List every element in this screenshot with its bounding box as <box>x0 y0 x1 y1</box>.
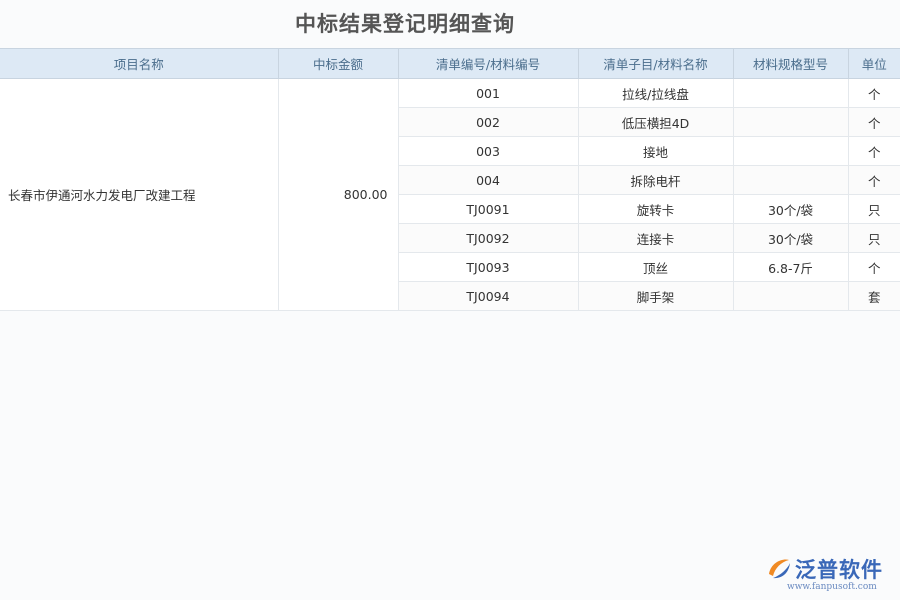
column-header-amount[interactable]: 中标金额 <box>278 49 398 79</box>
table-row[interactable]: 长春市伊通河水力发电厂改建工程 800.00 001 拉线/拉线盘 个 <box>0 79 900 108</box>
column-header-project[interactable]: 项目名称 <box>0 49 278 79</box>
logo-url: www.fanpusoft.com <box>787 582 877 592</box>
brand-logo: 泛普软件 www.fanpusoft.com <box>765 552 890 596</box>
unit-cell: 个 <box>848 137 900 166</box>
item-name-cell: 旋转卡 <box>578 195 733 224</box>
fanpu-logo-icon <box>765 554 793 582</box>
spec-cell <box>733 137 848 166</box>
column-header-item-name[interactable]: 清单子目/材料名称 <box>578 49 733 79</box>
column-header-spec[interactable]: 材料规格型号 <box>733 49 848 79</box>
unit-cell: 个 <box>848 108 900 137</box>
code-cell: TJ0091 <box>398 195 578 224</box>
item-name-cell: 拉线/拉线盘 <box>578 79 733 108</box>
unit-cell: 个 <box>848 253 900 282</box>
unit-cell: 个 <box>848 166 900 195</box>
unit-cell: 套 <box>848 282 900 311</box>
code-cell: 001 <box>398 79 578 108</box>
item-name-cell: 低压横担4D <box>578 108 733 137</box>
spec-cell <box>733 79 848 108</box>
column-header-unit[interactable]: 单位 <box>848 49 900 79</box>
item-name-cell: 接地 <box>578 137 733 166</box>
spec-cell: 30个/袋 <box>733 195 848 224</box>
spec-cell <box>733 108 848 137</box>
project-name-cell: 长春市伊通河水力发电厂改建工程 <box>0 79 278 311</box>
bid-amount-cell: 800.00 <box>278 79 398 311</box>
spec-cell: 6.8-7斤 <box>733 253 848 282</box>
spec-cell: 30个/袋 <box>733 224 848 253</box>
results-table: 项目名称 中标金额 清单编号/材料编号 清单子目/材料名称 材料规格型号 单位 … <box>0 48 900 311</box>
spec-cell <box>733 282 848 311</box>
code-cell: TJ0092 <box>398 224 578 253</box>
item-name-cell: 拆除电杆 <box>578 166 733 195</box>
unit-cell: 个 <box>848 79 900 108</box>
column-header-code[interactable]: 清单编号/材料编号 <box>398 49 578 79</box>
code-cell: TJ0094 <box>398 282 578 311</box>
table-header-row: 项目名称 中标金额 清单编号/材料编号 清单子目/材料名称 材料规格型号 单位 <box>0 49 900 79</box>
code-cell: TJ0093 <box>398 253 578 282</box>
code-cell: 003 <box>398 137 578 166</box>
unit-cell: 只 <box>848 195 900 224</box>
logo-text: 泛普软件 <box>795 554 883 584</box>
item-name-cell: 脚手架 <box>578 282 733 311</box>
page-title: 中标结果登记明细查询 <box>0 8 810 38</box>
code-cell: 002 <box>398 108 578 137</box>
code-cell: 004 <box>398 166 578 195</box>
item-name-cell: 顶丝 <box>578 253 733 282</box>
unit-cell: 只 <box>848 224 900 253</box>
spec-cell <box>733 166 848 195</box>
item-name-cell: 连接卡 <box>578 224 733 253</box>
